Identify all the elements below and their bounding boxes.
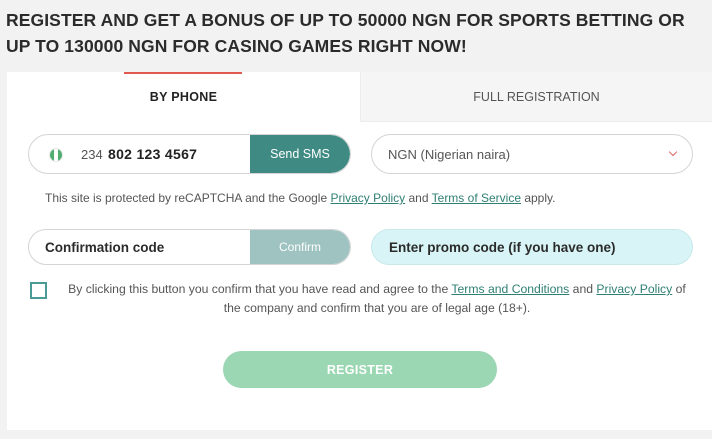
consent-text: By clicking this button you confirm that… [68, 282, 686, 315]
privacy-policy-link[interactable]: Privacy Policy [330, 191, 405, 205]
promo-code-input[interactable]: Enter promo code (if you have one) [389, 240, 616, 255]
terms-and-conditions-link[interactable]: Terms and Conditions [451, 282, 569, 296]
promo-code-field[interactable]: Enter promo code (if you have one) [371, 229, 693, 265]
registration-form: BY PHONE FULL REGISTRATION 234 802 123 4… [7, 72, 712, 430]
phone-field[interactable]: 234 802 123 4567 Send SMS [28, 134, 351, 174]
nigeria-flag-icon[interactable] [49, 148, 63, 162]
page-headline: REGISTER AND GET A BONUS OF UP TO 50000 … [6, 10, 685, 56]
phone-number-input[interactable]: 802 123 4567 [108, 146, 197, 162]
register-button[interactable]: REGISTER [223, 351, 497, 388]
chevron-down-icon [668, 147, 678, 157]
consent-checkbox[interactable] [30, 282, 47, 299]
tab-full-registration[interactable]: FULL REGISTRATION [360, 72, 712, 122]
currency-select[interactable]: NGN (Nigerian naira) [371, 134, 693, 174]
send-sms-button[interactable]: Send SMS [250, 135, 350, 173]
currency-selected-value: NGN (Nigerian naira) [388, 147, 511, 162]
recaptcha-notice: This site is protected by reCAPTCHA and … [45, 191, 556, 205]
phone-country-code: 234 [81, 147, 103, 162]
terms-of-service-link[interactable]: Terms of Service [432, 191, 521, 205]
confirmation-code-input[interactable]: Confirmation code [45, 240, 164, 255]
tab-by-phone[interactable]: BY PHONE [7, 72, 360, 122]
confirm-button[interactable]: Confirm [250, 230, 350, 264]
confirmation-code-field[interactable]: Confirmation code Confirm [28, 229, 351, 265]
company-privacy-policy-link[interactable]: Privacy Policy [596, 282, 672, 296]
